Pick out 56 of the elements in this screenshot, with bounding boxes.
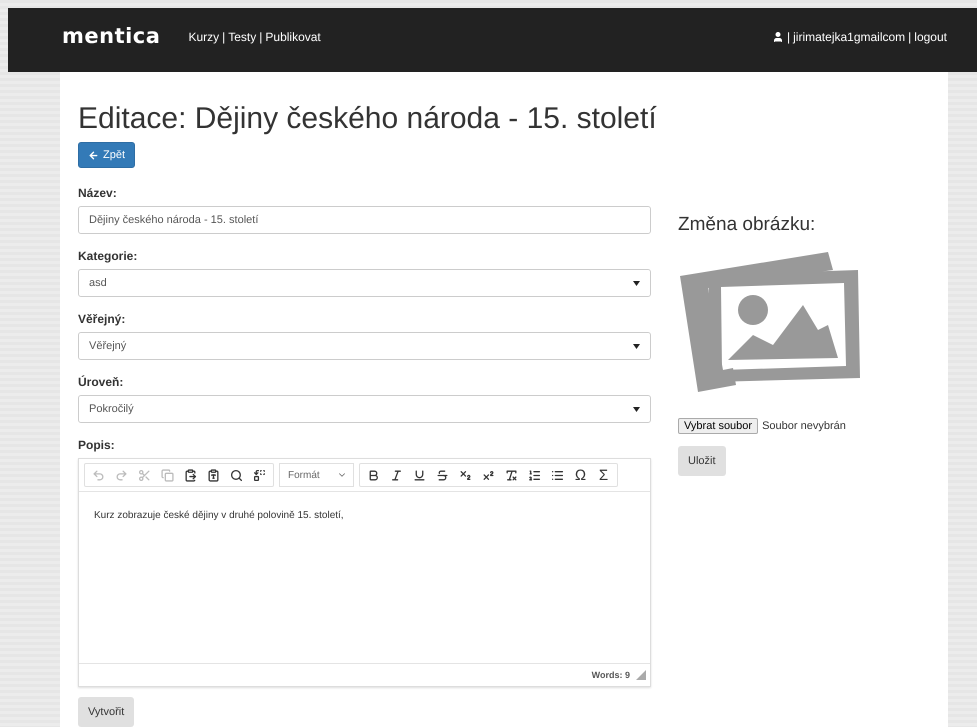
field-label: Věřejný: <box>78 312 126 326</box>
editor-content[interactable]: Kurz zobrazuje české dějiny v druhé polovině 15. století, <box>79 492 650 663</box>
cut-icon <box>138 468 151 482</box>
bold-icon <box>367 468 380 482</box>
brand-logo[interactable]: mentica <box>62 24 160 48</box>
user-link[interactable]: jirimatejka1gmailcom <box>793 30 906 44</box>
field-label: Popis: <box>78 438 116 452</box>
symbol-button[interactable]: Ω <box>569 465 592 485</box>
superscript-icon <box>482 468 495 482</box>
dropdown-icon <box>633 280 640 286</box>
italic-icon <box>390 468 403 482</box>
bullet-list-icon <box>551 468 564 482</box>
logout-link[interactable]: logout <box>914 30 947 44</box>
select-field[interactable]: Věřejný <box>78 332 651 360</box>
copy-icon <box>161 468 174 482</box>
input-field[interactable]: Dějiny českého národa - 15. století <box>78 206 651 234</box>
subscript-icon <box>459 468 472 482</box>
save-button[interactable]: Uložit <box>678 446 726 476</box>
format-dropdown[interactable]: Formát <box>279 463 354 487</box>
select-field[interactable]: Pokročilý <box>78 395 651 423</box>
choose-file-button[interactable]: Vybrat soubor <box>678 418 758 434</box>
user-icon <box>772 31 784 43</box>
clear-format-icon <box>505 468 518 482</box>
back-button[interactable]: Zpět <box>78 142 136 168</box>
resize-handle-icon[interactable] <box>636 670 646 680</box>
select-field[interactable]: asd <box>78 269 651 297</box>
separator: | <box>259 30 262 44</box>
word-count: Words: 9 <box>592 670 630 680</box>
page-title: Editace: Dějiny českého národa - 15. století <box>78 102 658 136</box>
create-button[interactable]: Vytvořit <box>78 697 134 727</box>
nav-link[interactable]: Testy <box>228 30 256 44</box>
separator: | <box>787 30 790 44</box>
separator: | <box>908 30 912 44</box>
file-status: Soubor nevybrán <box>762 420 846 432</box>
strikethrough-icon <box>436 468 449 482</box>
editor-text: Kurz zobrazuje české dějiny v druhé polovině 15. století, <box>94 510 344 521</box>
redo-icon <box>115 468 128 482</box>
numbered-list-icon <box>528 468 541 482</box>
underline-icon <box>413 468 426 482</box>
undo-icon <box>92 468 105 482</box>
back-arrow-icon <box>88 150 99 160</box>
dropdown-icon <box>633 406 640 412</box>
symbol-button[interactable]: Σ <box>592 465 615 485</box>
section-title: Změna obrázku: <box>678 214 816 236</box>
field-label: Úroveň: <box>78 375 124 389</box>
nav-link[interactable]: Publikovat <box>265 30 321 44</box>
field-label: Kategorie: <box>78 249 138 263</box>
separator: | <box>222 30 226 44</box>
field-label: Název: <box>78 186 118 200</box>
paste-icon <box>184 468 197 482</box>
paste-text-icon <box>207 468 220 482</box>
search-icon <box>230 468 243 482</box>
replace-icon <box>253 468 266 482</box>
image-placeholder-icon <box>678 250 863 395</box>
nav-link[interactable]: Kurzy <box>188 30 220 44</box>
dropdown-icon <box>633 344 640 348</box>
